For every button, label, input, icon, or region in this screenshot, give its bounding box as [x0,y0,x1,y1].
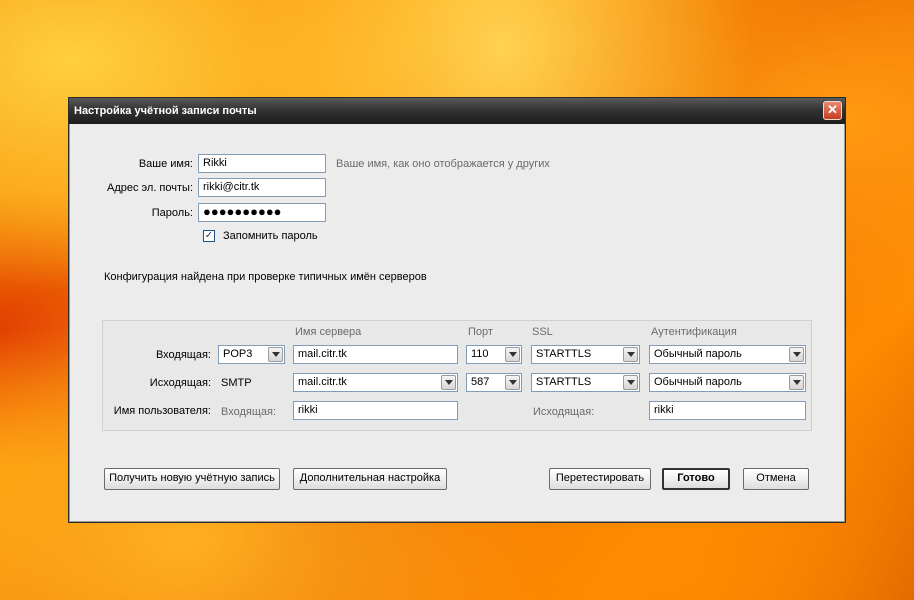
incoming-server-input[interactable]: mail.citr.tk [293,345,458,364]
new-account-button[interactable]: Получить новую учётную запись [104,468,280,490]
retest-button[interactable]: Перетестировать [549,468,651,490]
outgoing-protocol: SMTP [221,377,252,389]
name-hint: Ваше имя, как оно отображается у других [336,158,550,170]
incoming-protocol-value: POP3 [223,348,253,360]
name-label: Ваше имя: [138,158,193,170]
incoming-port-value: 110 [471,348,489,360]
incoming-username-input[interactable]: rikki [293,401,458,420]
outgoing-username-input[interactable]: rikki [649,401,806,420]
header-port: Порт [468,326,493,338]
outgoing-server-select[interactable]: mail.citr.tk [293,373,458,392]
outgoing-port-select[interactable]: 587 [466,373,522,392]
incoming-auth-value: Обычный пароль [654,348,742,360]
window-title: Настройка учётной записи почты [74,105,257,117]
incoming-port-select[interactable]: 110 [466,345,522,364]
chevron-down-icon[interactable] [623,375,638,390]
chevron-down-icon[interactable] [623,347,638,362]
chevron-down-icon[interactable] [505,347,520,362]
outgoing-auth-select[interactable]: Обычный пароль [649,373,806,392]
chevron-down-icon[interactable] [789,347,804,362]
incoming-ssl-value: STARTTLS [536,348,592,360]
username-label: Имя пользователя: [113,405,211,417]
chevron-down-icon[interactable] [441,375,456,390]
outgoing-ssl-value: STARTTLS [536,376,592,388]
outgoing-port-value: 587 [471,376,490,388]
password-label: Пароль: [151,207,193,219]
email-input[interactable]: rikki@citr.tk [198,178,326,197]
outgoing-ssl-select[interactable]: STARTTLS [531,373,640,392]
chevron-down-icon[interactable] [268,347,283,362]
username-incoming-label: Входящая: [221,406,277,418]
incoming-auth-select[interactable]: Обычный пароль [649,345,806,364]
remember-password-label[interactable]: Запомнить пароль [223,230,318,242]
cancel-button[interactable]: Отмена [743,468,809,490]
header-auth: Аутентификация [651,326,737,338]
remember-password-checkbox[interactable]: ✓ [203,230,215,242]
title-bar[interactable]: Настройка учётной записи почты ✕ [69,98,845,124]
mail-account-setup-dialog: Настройка учётной записи почты ✕ Ваше им… [68,97,846,523]
outgoing-auth-value: Обычный пароль [654,376,742,388]
incoming-label: Входящая: [155,349,211,361]
password-input[interactable]: ●●●●●●●●●● [198,203,326,222]
advanced-config-button[interactable]: Дополнительная настройка [293,468,447,490]
header-ssl: SSL [532,326,553,338]
incoming-protocol-select[interactable]: POP3 [218,345,285,364]
email-label: Адрес эл. почты: [106,182,193,194]
done-button[interactable]: Готово [662,468,730,490]
chevron-down-icon[interactable] [789,375,804,390]
name-input[interactable]: Rikki [198,154,326,173]
chevron-down-icon[interactable] [505,375,520,390]
status-message: Конфигурация найдена при проверке типичн… [104,271,427,283]
close-icon[interactable]: ✕ [823,101,842,120]
username-outgoing-label: Исходящая: [533,406,595,418]
incoming-ssl-select[interactable]: STARTTLS [531,345,640,364]
header-server-name: Имя сервера [295,326,362,338]
outgoing-label: Исходящая: [149,377,211,389]
outgoing-server-value: mail.citr.tk [298,376,347,388]
